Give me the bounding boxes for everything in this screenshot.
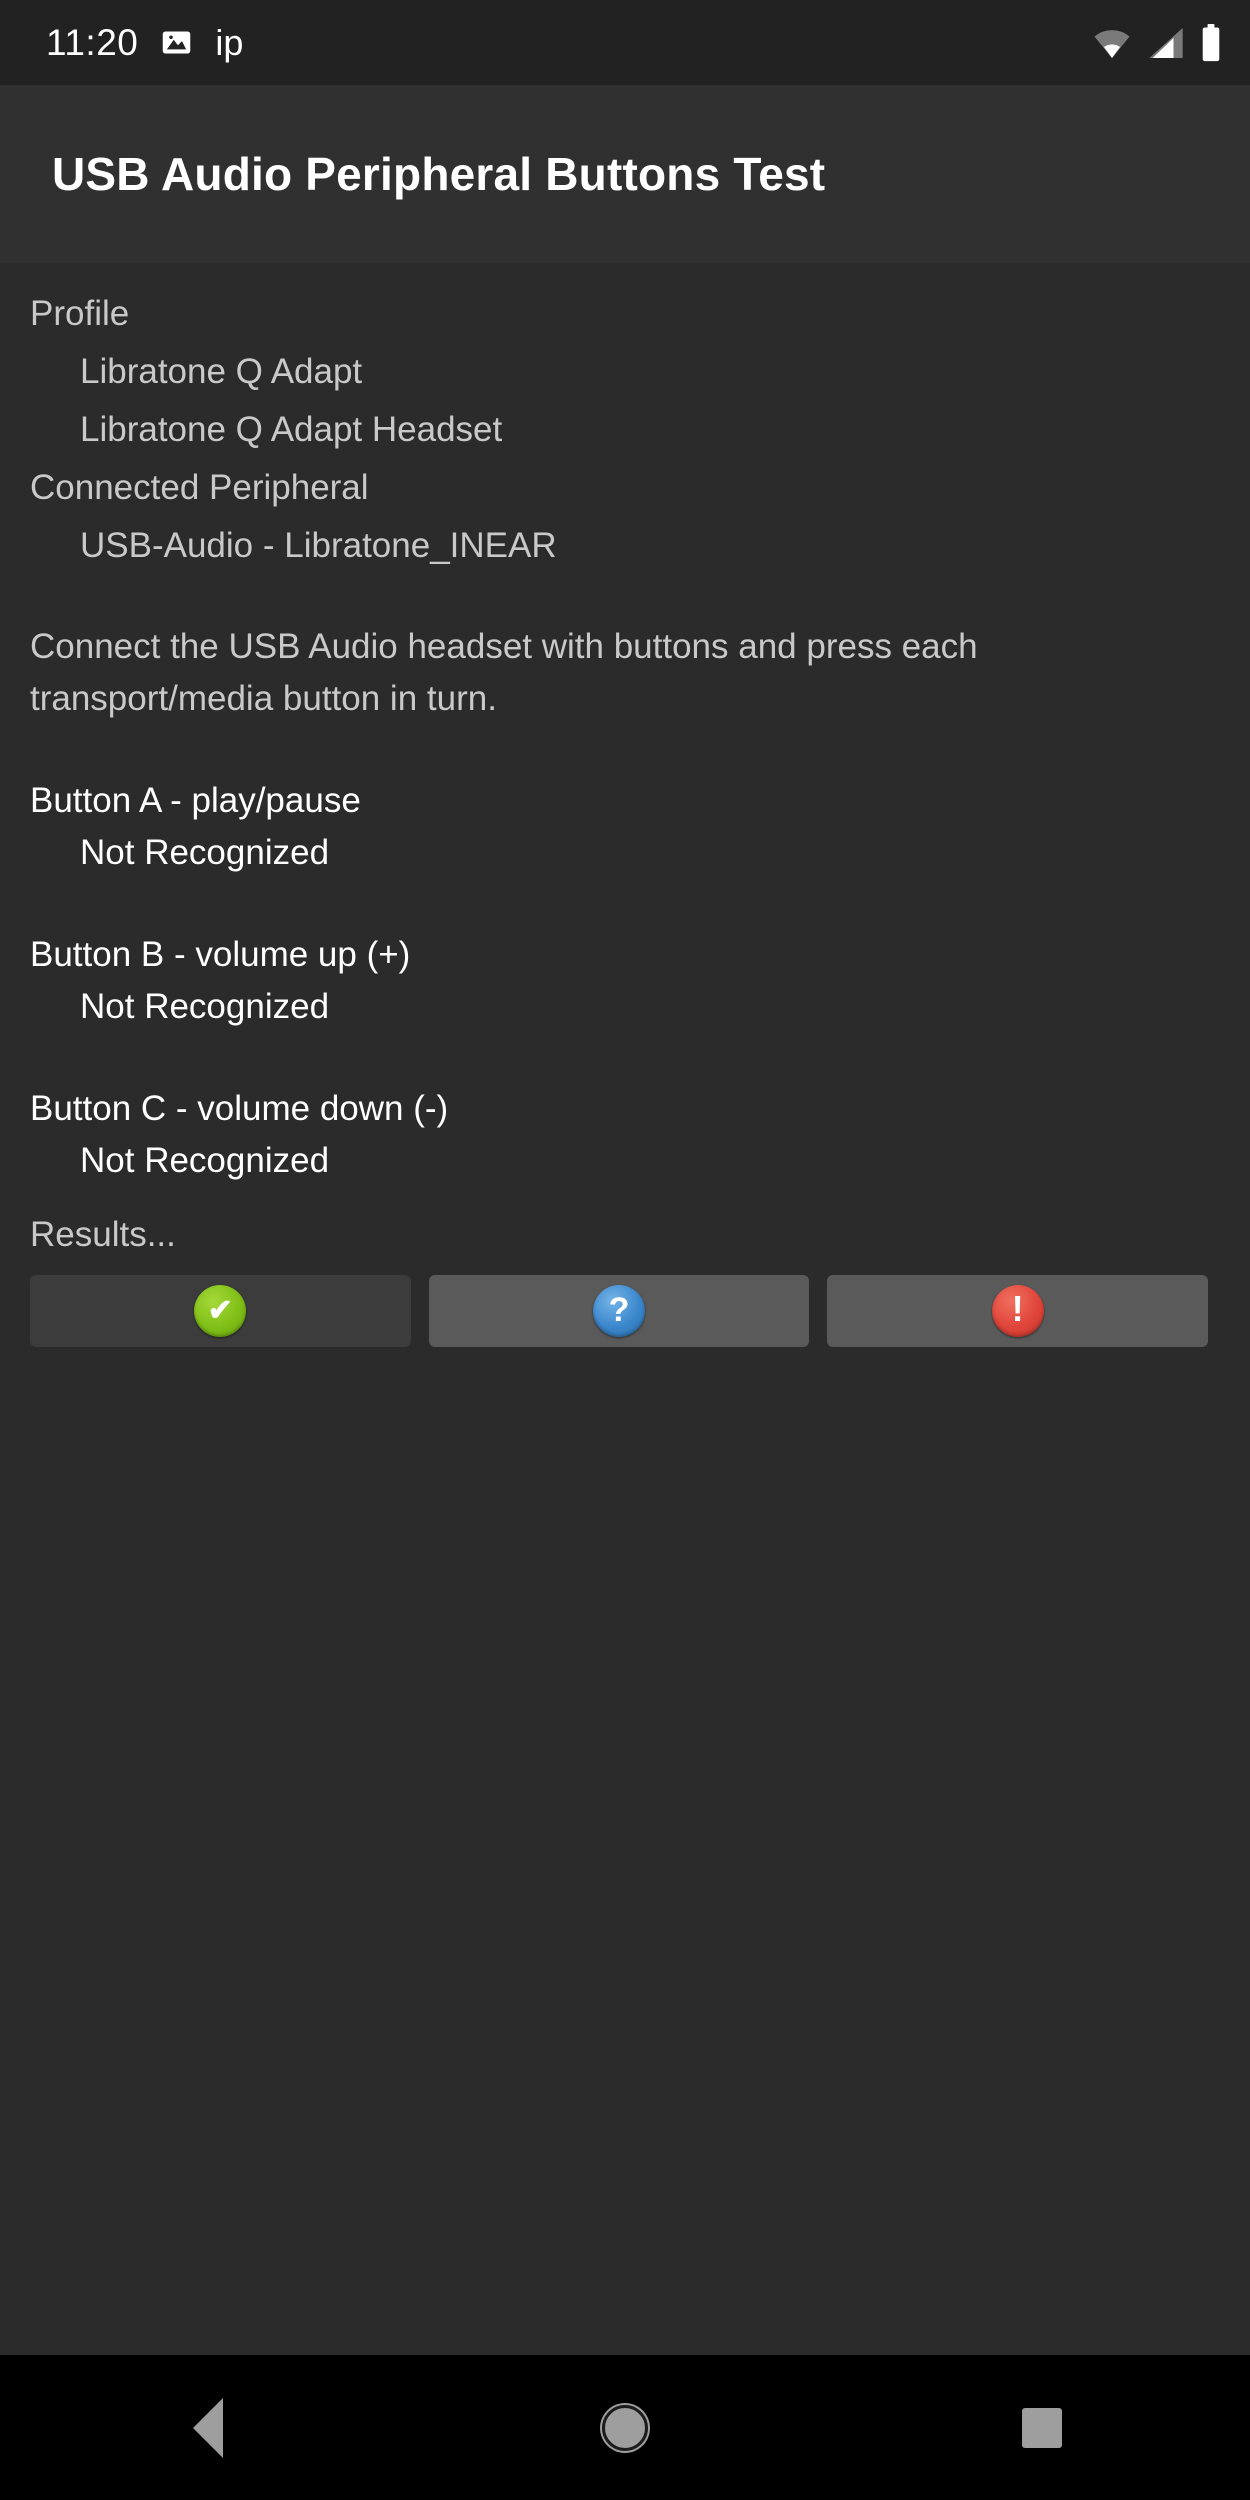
fail-button[interactable]: ! bbox=[827, 1275, 1209, 1347]
info-glyph: ? bbox=[608, 1291, 630, 1329]
button-b-label: Button B - volume up (+) bbox=[30, 935, 411, 974]
page-title: USB Audio Peripheral Buttons Test bbox=[52, 147, 826, 200]
profile-value-2: Libratone Q Adapt Headset bbox=[80, 410, 503, 449]
connected-peripheral-value: USB-Audio - Libratone_INEAR bbox=[80, 526, 557, 565]
button-a-status: Not Recognized bbox=[80, 833, 330, 872]
button-test-b: Button B - volume up (+) Not Recognized bbox=[30, 929, 1220, 1033]
button-c-status: Not Recognized bbox=[80, 1141, 330, 1180]
profile-value-1: Libratone Q Adapt bbox=[80, 352, 363, 391]
back-triangle-icon bbox=[193, 2397, 224, 2458]
home-circle-icon bbox=[601, 2404, 648, 2451]
results-label: Results... bbox=[30, 1215, 176, 1254]
button-c-label: Button C - volume down (-) bbox=[30, 1089, 449, 1128]
profile-label: Profile bbox=[30, 294, 130, 333]
check-circle-icon: ✔ bbox=[194, 1285, 247, 1337]
main-content: Profile Libratone Q Adapt Libratone Q Ad… bbox=[0, 263, 1250, 2355]
button-test-a: Button A - play/pause Not Recognized bbox=[30, 775, 1220, 879]
image-icon bbox=[160, 26, 193, 59]
recents-square-icon bbox=[1021, 2407, 1062, 2448]
cell-signal-icon bbox=[1146, 26, 1186, 60]
status-bar-left: 11:20 ip bbox=[46, 24, 243, 61]
pass-glyph: ✔ bbox=[207, 1294, 233, 1327]
fail-glyph: ! bbox=[1011, 1288, 1024, 1329]
android-navigation-bar bbox=[0, 2355, 1250, 2500]
instructions-text: Connect the USB Audio headset with butto… bbox=[30, 627, 978, 718]
button-b-status: Not Recognized bbox=[80, 987, 330, 1026]
status-bar-clock: 11:20 bbox=[46, 22, 139, 63]
connected-peripheral-label: Connected Peripheral bbox=[30, 468, 369, 507]
exclamation-circle-icon: ! bbox=[991, 1285, 1044, 1337]
info-button[interactable]: ? bbox=[428, 1275, 810, 1347]
button-test-c: Button C - volume down (-) Not Recognize… bbox=[30, 1083, 1220, 1187]
status-bar: 11:20 ip bbox=[0, 0, 1250, 85]
nav-recents-button[interactable] bbox=[952, 2355, 1132, 2500]
wifi-icon bbox=[1092, 26, 1132, 60]
pass-button[interactable]: ✔ bbox=[30, 1275, 411, 1347]
results-button-row: ✔ ? ! bbox=[30, 1275, 1220, 1347]
question-circle-icon: ? bbox=[593, 1285, 645, 1337]
status-bar-right bbox=[1092, 23, 1222, 62]
battery-full-icon bbox=[1200, 23, 1222, 62]
status-bar-notification-text: ip bbox=[215, 21, 244, 63]
nav-home-button[interactable] bbox=[535, 2355, 715, 2500]
button-a-label: Button A - play/pause bbox=[30, 781, 361, 820]
app-title-bar: USB Audio Peripheral Buttons Test bbox=[0, 85, 1250, 263]
nav-back-button[interactable] bbox=[118, 2355, 298, 2500]
